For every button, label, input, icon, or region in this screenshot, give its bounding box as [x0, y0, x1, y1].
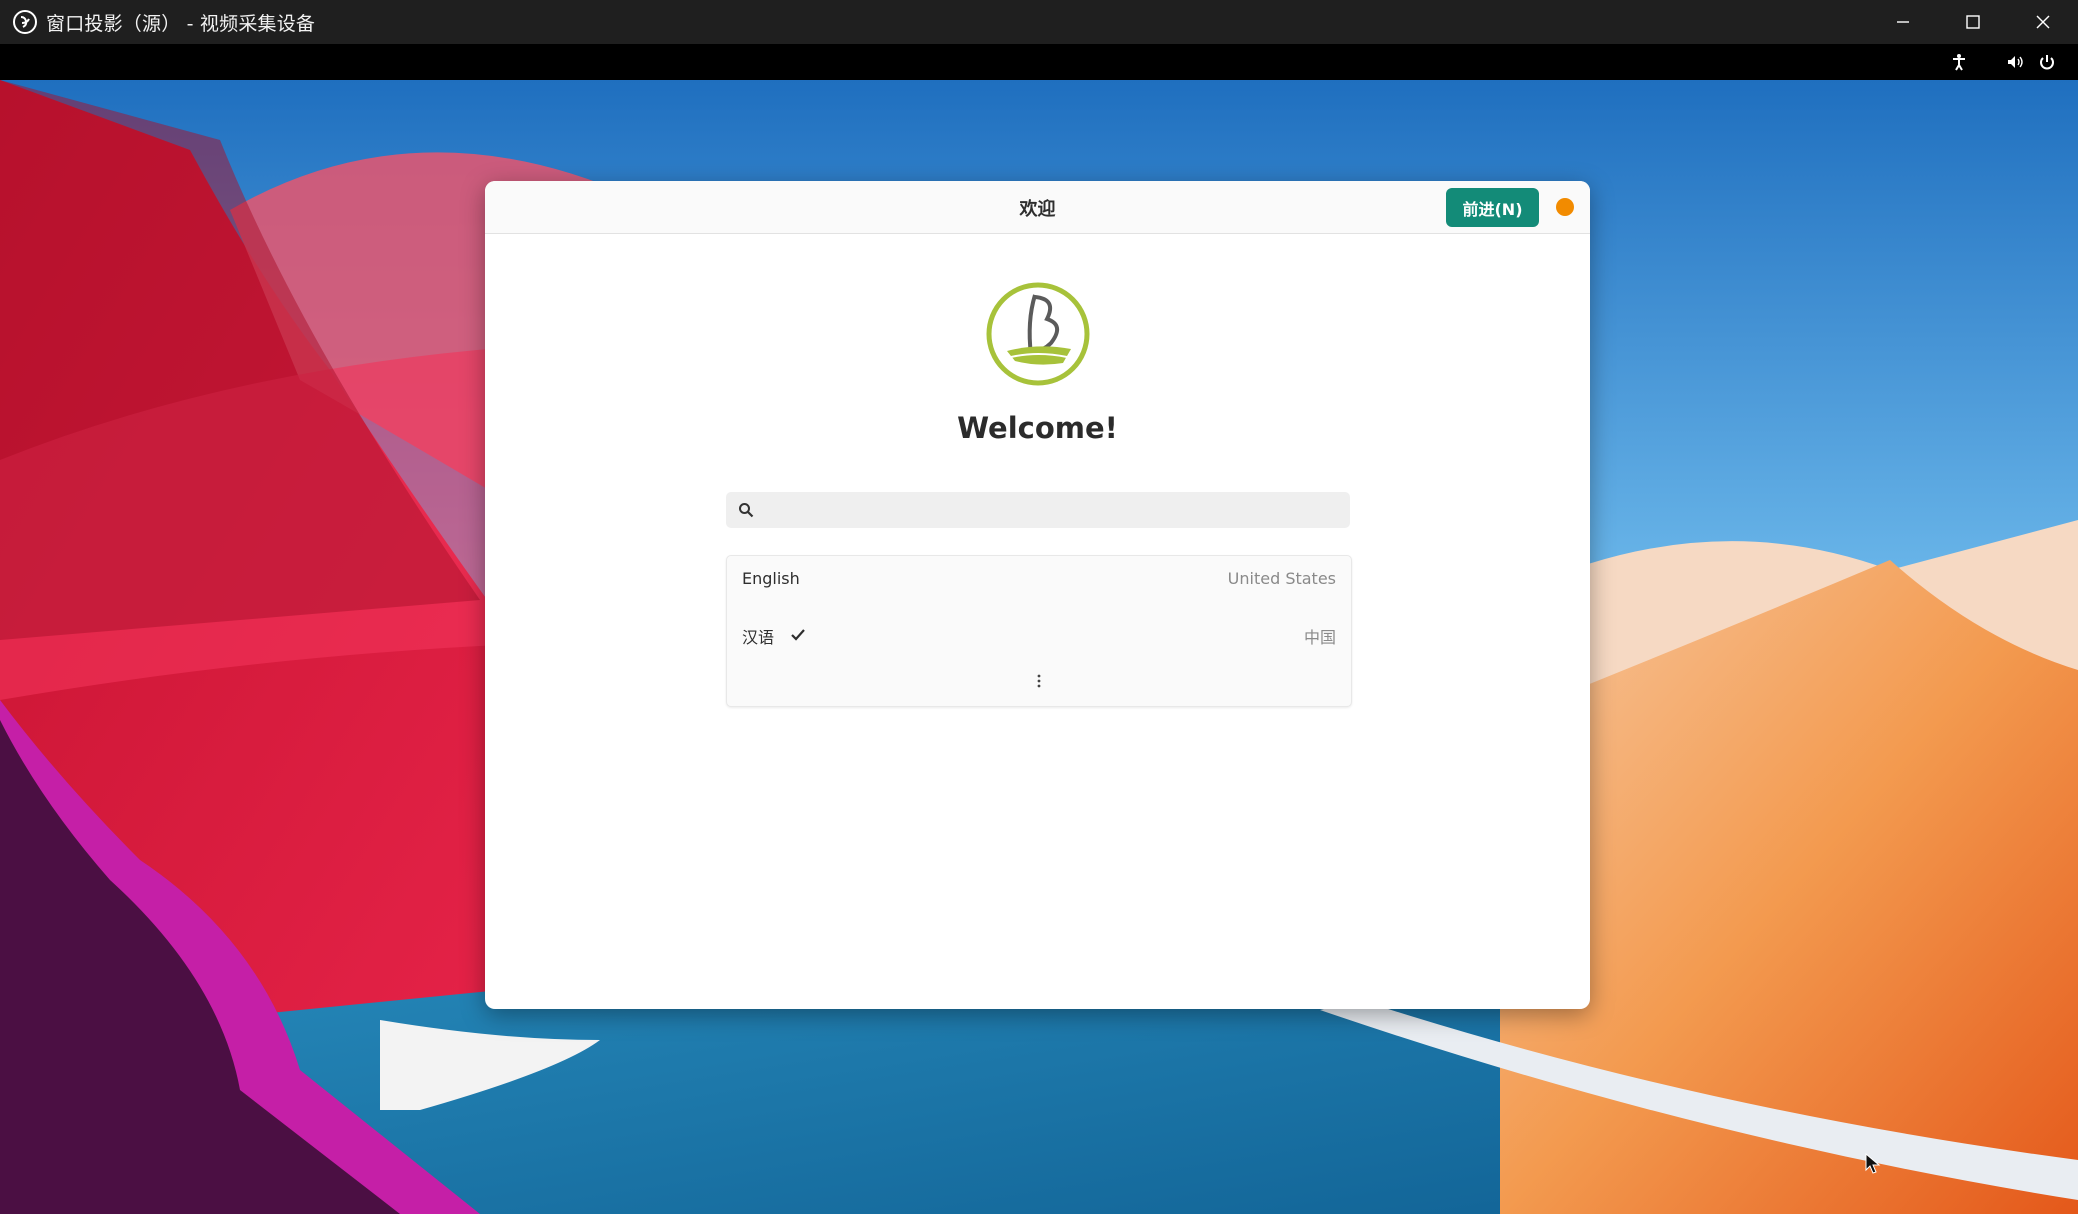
search-input[interactable]	[764, 496, 1338, 526]
language-region: United States	[1227, 569, 1336, 588]
volume-icon[interactable]	[2006, 53, 2024, 71]
window-titlebar: 窗口投影（源） - 视频采集设备	[0, 0, 2078, 44]
language-name: English	[742, 569, 800, 588]
dialog-header: 欢迎 前进(N)	[485, 181, 1590, 234]
guest-topbar	[0, 44, 2078, 80]
close-icon	[2036, 15, 2050, 29]
language-region: 中国	[1303, 628, 1336, 647]
search-icon	[739, 503, 754, 518]
welcome-dialog: 欢迎 前进(N) Welcome! English United States …	[485, 181, 1590, 1009]
window-title: 窗口投影（源） - 视频采集设备	[46, 12, 316, 35]
mouse-cursor	[1865, 1153, 1881, 1174]
status-indicator	[1556, 198, 1574, 216]
next-button[interactable]: 前进(N)	[1446, 188, 1539, 227]
language-row-english[interactable]: English United States	[727, 556, 1351, 606]
more-vertical-icon[interactable]	[1031, 673, 1047, 689]
language-list: English United States 汉语 中国	[726, 555, 1352, 707]
accessibility-icon[interactable]	[1950, 53, 1968, 71]
maximize-icon	[1966, 15, 1980, 29]
obs-icon	[13, 10, 37, 34]
dialog-title: 欢迎	[1019, 199, 1056, 220]
window-controls	[1868, 0, 2078, 44]
welcome-heading: Welcome!	[957, 411, 1118, 445]
maximize-button[interactable]	[1938, 0, 2008, 44]
check-icon	[791, 629, 805, 641]
power-icon[interactable]	[2038, 53, 2056, 71]
minimize-button[interactable]	[1868, 0, 1938, 44]
language-name: 汉语	[742, 628, 775, 647]
language-row-chinese[interactable]: 汉语 中国	[727, 611, 1351, 661]
minimize-icon	[1897, 21, 1909, 23]
distro-logo-icon	[986, 282, 1090, 386]
language-search-box[interactable]	[726, 492, 1350, 528]
close-button[interactable]	[2008, 0, 2078, 44]
